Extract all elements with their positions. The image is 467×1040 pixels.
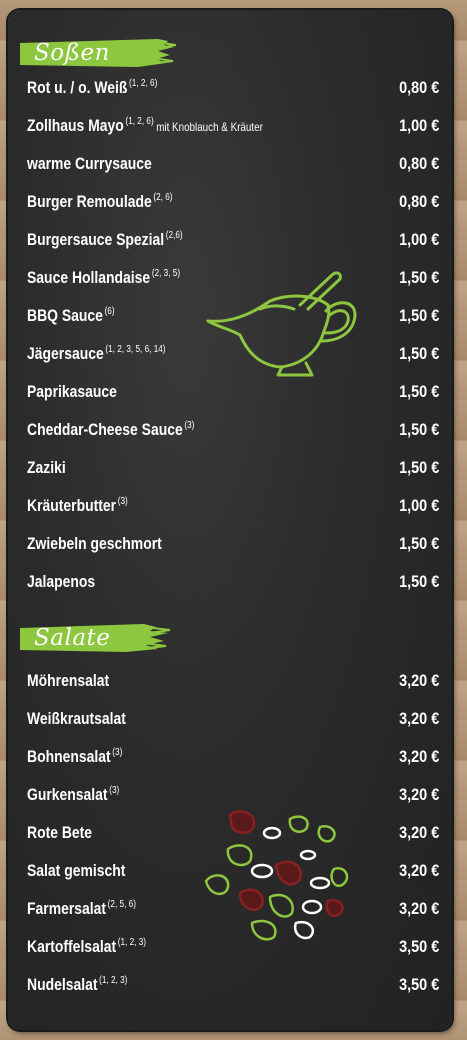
- item-name: Nudelsalat: [27, 975, 98, 994]
- item-name: Zaziki: [27, 458, 66, 477]
- item-price: 1,50 €: [398, 420, 439, 439]
- item-allergen-notes: (1, 2, 6): [125, 116, 154, 127]
- menu-item: Cheddar-Cheese Sauce (3) 1,50 €: [27, 415, 439, 445]
- item-price: 1,50 €: [398, 306, 439, 325]
- item-name: Rot u. / o. Weiß: [27, 78, 128, 97]
- item-price: 3,20 €: [398, 823, 439, 842]
- menu-item: Nudelsalat (1, 2, 3) 3,50 €: [27, 970, 439, 1000]
- section-header-sossen: Soßen: [18, 35, 176, 71]
- item-name: Kartoffelsalat: [27, 937, 117, 956]
- item-name: Weißkrautsalat: [27, 709, 126, 728]
- item-allergen-notes: (1, 2, 3, 5, 6, 14): [105, 344, 166, 355]
- sauce-boat-icon: [206, 271, 357, 377]
- item-price: 1,50 €: [398, 534, 439, 553]
- item-name: Gurkensalat: [27, 785, 108, 804]
- item-allergen-notes: (3): [117, 496, 128, 507]
- menu-item: Rot u. / o. Weiß (1, 2, 6) 0,80 €: [27, 73, 439, 103]
- item-name: Sauce Hollandaise: [27, 268, 151, 287]
- menu-item: Burgersauce Spezial (2,6) 1,00 €: [27, 225, 439, 255]
- item-price: 3,50 €: [398, 937, 439, 956]
- menu-board: Soßen Rot u. / o. Weiß (1, 2, 6) 0,80 € Z…: [8, 10, 452, 1030]
- item-price: 1,00 €: [398, 230, 439, 249]
- menu-item: Möhrensalat 3,20 €: [27, 666, 439, 696]
- item-name: Bohnensalat: [27, 747, 111, 766]
- item-allergen-notes: (6): [104, 306, 115, 317]
- menu-item: Burger Remoulade (2, 6) 0,80 €: [27, 187, 439, 217]
- item-allergen-notes: (3): [112, 747, 123, 758]
- item-allergen-notes: (3): [184, 420, 195, 431]
- item-name: Paprikasauce: [27, 382, 117, 401]
- item-price: 1,50 €: [398, 268, 439, 287]
- item-name: Kräuterbutter: [27, 496, 117, 515]
- item-price: 1,50 €: [398, 458, 439, 477]
- item-name: Rote Bete: [27, 823, 93, 842]
- item-name: Zwiebeln geschmort: [27, 534, 162, 553]
- menu-item: Kräuterbutter (3) 1,00 €: [27, 491, 439, 521]
- item-allergen-notes: (2,6): [165, 230, 183, 241]
- menu-item: Zollhaus Mayo (1, 2, 6) mit Knoblauch & Kr…: [27, 111, 439, 141]
- item-name: Möhrensalat: [27, 671, 110, 690]
- item-price: 0,80 €: [398, 78, 439, 97]
- salad-bowl-icon: [204, 810, 349, 941]
- section-header-salate: Salate: [18, 620, 176, 656]
- item-price: 3,20 €: [398, 861, 439, 880]
- item-allergen-notes: (3): [109, 785, 120, 796]
- item-name: warme Currysauce: [27, 154, 152, 173]
- item-name: Zollhaus Mayo: [27, 116, 124, 135]
- item-price: 1,00 €: [398, 116, 439, 135]
- item-name: Cheddar-Cheese Sauce: [27, 420, 183, 439]
- item-allergen-notes: (1, 2, 3): [117, 937, 146, 948]
- item-allergen-notes: (2, 3, 5): [151, 268, 181, 279]
- item-name: BBQ Sauce: [27, 306, 103, 325]
- menu-item: Paprikasauce 1,50 €: [27, 377, 439, 407]
- item-price: 1,50 €: [398, 344, 439, 363]
- item-price: 3,20 €: [398, 671, 439, 690]
- section-title: Salate: [34, 625, 111, 651]
- item-allergen-notes: (1, 2, 3): [99, 975, 128, 986]
- item-price: 1,50 €: [398, 382, 439, 401]
- item-allergen-notes: (1, 2, 6): [129, 78, 158, 89]
- menu-item: Jalapenos 1,50 €: [27, 567, 439, 597]
- item-name: Burger Remoulade: [27, 192, 152, 211]
- item-price: 3,20 €: [398, 709, 439, 728]
- item-price: 3,20 €: [398, 899, 439, 918]
- item-name: Salat gemischt: [27, 861, 126, 880]
- item-price: 3,20 €: [398, 785, 439, 804]
- menu-item: Bohnensalat (3) 3,20 €: [27, 742, 439, 772]
- menu-item: Zaziki 1,50 €: [27, 453, 439, 483]
- item-name: Jalapenos: [27, 572, 96, 591]
- item-price: 0,80 €: [398, 192, 439, 211]
- item-extra-description: mit Knoblauch & Kräuter: [156, 120, 263, 134]
- item-price: 3,20 €: [398, 747, 439, 766]
- item-name: Farmersalat: [27, 899, 107, 918]
- item-allergen-notes: (2, 5, 6): [107, 899, 136, 910]
- item-allergen-notes: (2, 6): [153, 192, 173, 203]
- item-price: 3,50 €: [398, 975, 439, 994]
- item-name: Jägersauce: [27, 344, 104, 363]
- item-name: Burgersauce Spezial: [27, 230, 165, 249]
- menu-item: warme Currysauce 0,80 €: [27, 149, 439, 179]
- section-title: Soßen: [34, 40, 110, 66]
- item-price: 0,80 €: [398, 154, 439, 173]
- menu-item: Weißkrautsalat 3,20 €: [27, 704, 439, 734]
- item-price: 1,00 €: [398, 496, 439, 515]
- item-price: 1,50 €: [398, 572, 439, 591]
- menu-item: Zwiebeln geschmort 1,50 €: [27, 529, 439, 559]
